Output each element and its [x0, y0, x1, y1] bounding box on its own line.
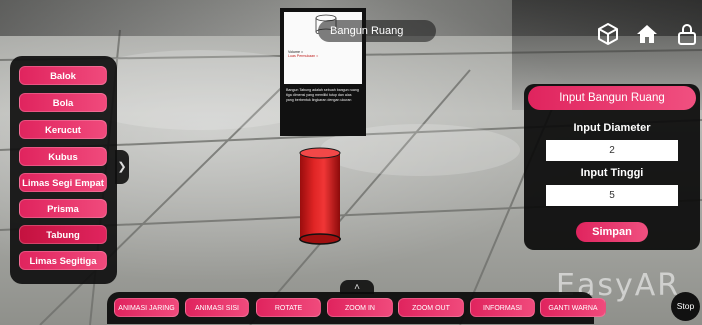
panel-title: Input Bangun Ruang: [528, 86, 696, 110]
sidebar-item-kubus[interactable]: Kubus: [19, 147, 107, 166]
sidebar-item-limas-segitiga[interactable]: Limas Segitiga: [19, 251, 107, 270]
zoom-in-button[interactable]: ZOOM IN: [327, 298, 393, 317]
sidebar-item-balok[interactable]: Balok: [19, 66, 107, 85]
page-title: Bangun Ruang: [318, 20, 436, 42]
cube-icon[interactable]: [596, 22, 620, 46]
bottom-toolbar: ANIMASI JARING ANIMASI SISI ROTATE ZOOM …: [107, 292, 606, 324]
animate-net-button[interactable]: ANIMASI JARING: [114, 298, 179, 317]
change-color-button[interactable]: GANTI WARNA: [540, 298, 606, 317]
cylinder-model[interactable]: [299, 147, 341, 245]
board-formulas: Volume = Luas Permukaan =: [288, 50, 318, 59]
sidebar-toggle-button[interactable]: ❯: [115, 150, 129, 184]
home-icon[interactable]: [635, 22, 659, 46]
zoom-out-button[interactable]: ZOOM OUT: [398, 298, 464, 317]
sidebar-item-bola[interactable]: Bola: [19, 93, 107, 112]
height-input[interactable]: [546, 185, 678, 206]
sidebar-item-tabung[interactable]: Tabung: [19, 225, 107, 244]
diameter-input[interactable]: [546, 140, 678, 161]
save-button[interactable]: Simpan: [576, 222, 648, 242]
lock-icon[interactable]: [675, 22, 699, 46]
board-description: Bangun Tabung adalah sebuah bangun ruang…: [286, 88, 359, 102]
shape-sidebar: Balok Bola Kerucut Kubus Limas Segi Empa…: [10, 56, 117, 284]
stop-button[interactable]: Stop: [671, 292, 700, 321]
sidebar-item-prisma[interactable]: Prisma: [19, 199, 107, 218]
animate-sides-button[interactable]: ANIMASI SISI: [185, 298, 249, 317]
input-panel: Input Bangun Ruang Input Diameter Input …: [524, 84, 700, 250]
info-button[interactable]: INFORMASI: [470, 298, 535, 317]
sidebar-item-kerucut[interactable]: Kerucut: [19, 120, 107, 139]
diameter-label: Input Diameter: [573, 122, 651, 134]
chevron-right-icon: ❯: [117, 161, 127, 173]
sidebar-item-limas-segi-empat[interactable]: Limas Segi Empat: [19, 173, 107, 192]
height-label: Input Tinggi: [580, 167, 644, 179]
board-line-area: Luas Permukaan =: [288, 54, 319, 59]
rotate-button[interactable]: ROTATE: [256, 298, 321, 317]
